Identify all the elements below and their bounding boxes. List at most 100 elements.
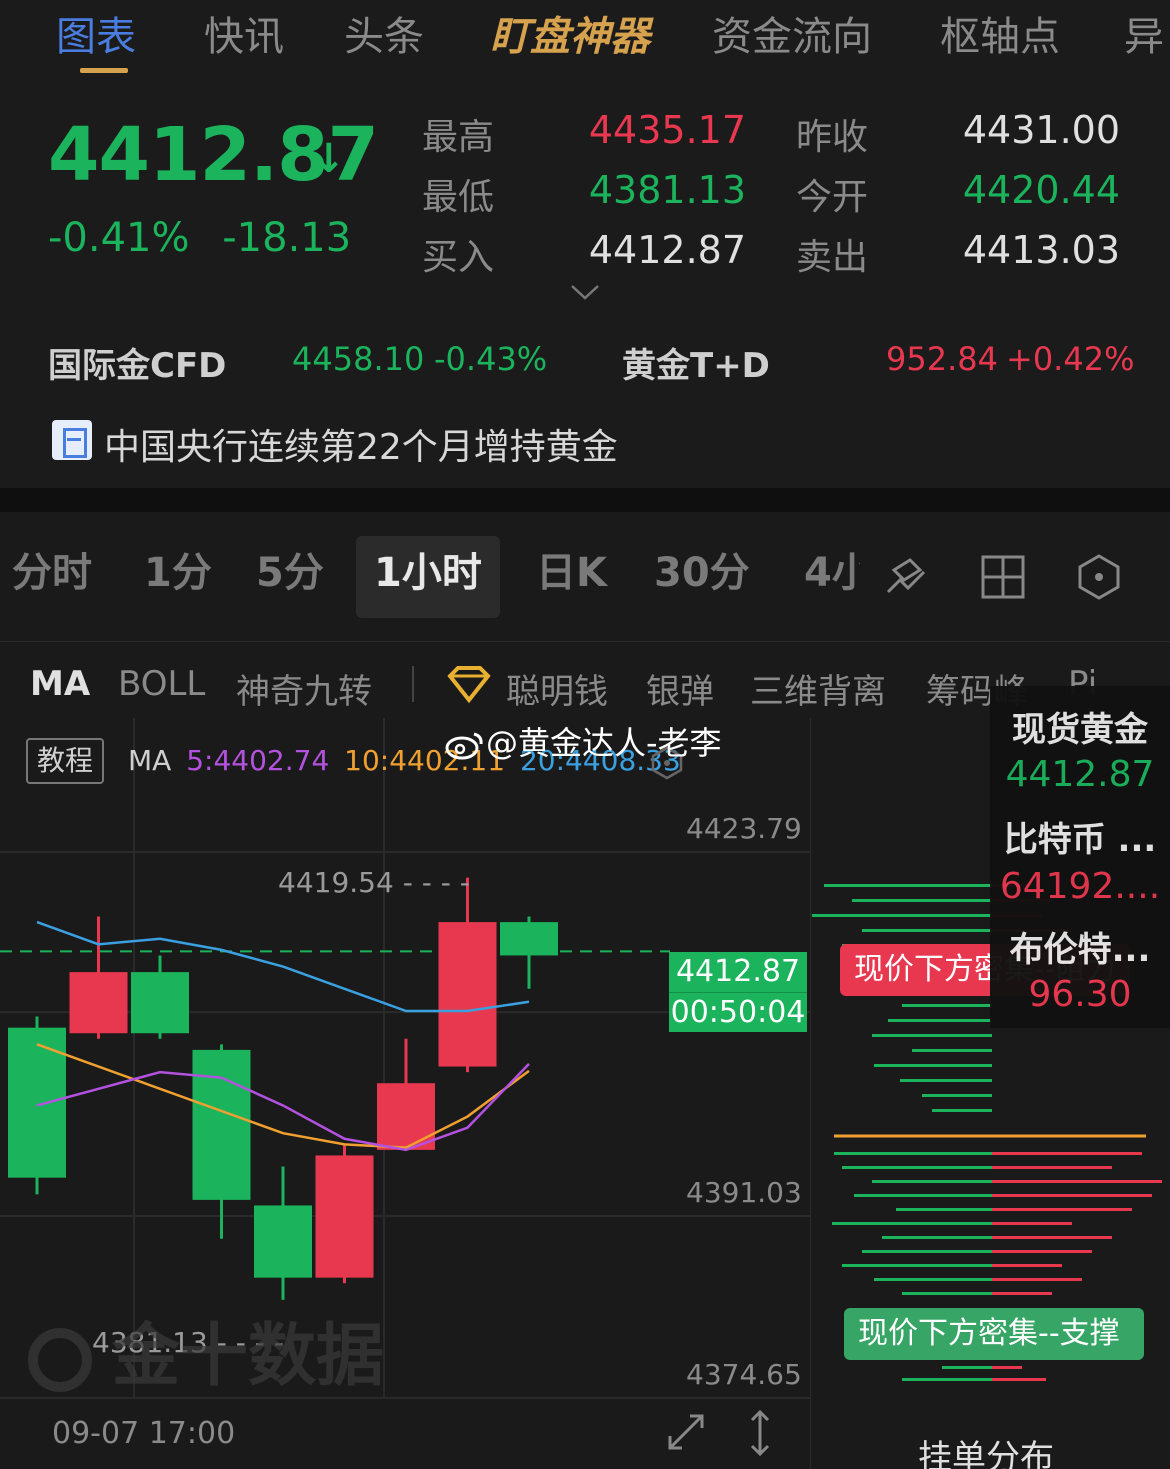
high-marker-label: 4419.54 - - - - <box>278 866 470 899</box>
stat-open-label: 今开 <box>796 177 869 218</box>
order-book-bar-ask <box>992 1250 1092 1253</box>
candle-body <box>500 922 558 956</box>
ma-legend-label: MA <box>128 744 172 777</box>
order-book-bar-bid <box>874 1064 992 1067</box>
tab-monitor-tool[interactable]: 盯盘神器 <box>490 4 650 62</box>
order-book-bar-bid <box>902 1292 992 1295</box>
indicator-nine-turn[interactable]: 神奇九转 <box>236 664 372 713</box>
tab-more[interactable]: 异 <box>1124 4 1164 62</box>
indicator-smart-money[interactable]: 聪明钱 <box>506 664 608 713</box>
order-book-bar-bid <box>824 884 992 887</box>
tab-flash[interactable]: 快讯 <box>204 4 284 62</box>
indicator-silver-bullet[interactable]: 银弹 <box>646 664 714 713</box>
order-book-bar-bid <box>872 1034 992 1037</box>
watermark-text: @黄金达人-老李 <box>486 724 722 762</box>
stat-ask-value: 4413.03 <box>962 228 1120 272</box>
tab-headlines[interactable]: 头条 <box>344 4 424 62</box>
diamond-icon <box>447 666 491 704</box>
drawing-tool-icon[interactable] <box>880 552 930 602</box>
candle-body <box>69 972 128 1034</box>
period-daily[interactable]: 日K <box>536 540 607 598</box>
order-book-bar-bid <box>888 1019 992 1022</box>
side-item-btc-name[interactable]: 比特币 ... <box>990 812 1170 861</box>
order-book-bar-ask <box>992 1264 1062 1267</box>
stat-bid-value: 4412.87 <box>588 228 746 272</box>
period-timeshare[interactable]: 分时 <box>12 540 92 598</box>
stat-open-value: 4420.44 <box>962 168 1120 212</box>
period-5min[interactable]: 5分 <box>256 540 324 598</box>
candle-body <box>377 1083 435 1150</box>
indicator-ma[interactable]: MA <box>30 664 90 704</box>
order-book-bar-ask <box>992 1292 1052 1295</box>
order-book-bar-bid <box>834 1152 992 1155</box>
news-document-icon <box>52 420 92 460</box>
tutorial-button[interactable]: 教程 <box>26 738 104 784</box>
brand-logo-icon <box>28 1328 92 1393</box>
settings-hexagon-icon[interactable] <box>1074 552 1124 602</box>
side-item-brent-price: 96.30 <box>1028 974 1132 1015</box>
stat-bid-label: 买入 <box>422 237 495 278</box>
order-book-bar-ask <box>992 1166 1112 1169</box>
y-axis-label-top: 4423.79 <box>686 812 802 845</box>
tab-pivot[interactable]: 枢轴点 <box>940 4 1060 62</box>
active-tab-indicator <box>80 68 128 73</box>
vertical-scale-icon[interactable] <box>744 1408 776 1458</box>
period-30min[interactable]: 30分 <box>654 540 750 598</box>
support-badge: 现价下方密集--支撑 <box>844 1308 1144 1360</box>
side-item-brent-name[interactable]: 布伦特... <box>990 922 1170 971</box>
related-cfd-change: -0.43% <box>434 340 548 378</box>
order-book-bar-bid <box>902 1004 992 1007</box>
order-book-bar-bid <box>862 929 992 932</box>
change-absolute: -18.13 <box>222 215 352 261</box>
watchlist-side-panel[interactable]: 现货黄金 4412.87 比特币 ... 64192.... 布伦特... 96… <box>990 686 1170 1028</box>
order-book-bar-ask <box>992 1222 1072 1225</box>
order-book-bar-bid <box>862 1250 992 1253</box>
side-item-gold-price: 4412.87 <box>1005 754 1155 795</box>
price-change: -0.41% -18.13 <box>48 215 371 261</box>
ma5-value: 5:4402.74 <box>186 744 330 777</box>
order-book-bar-bid <box>832 1222 992 1225</box>
top-tabs: 图表 快讯 头条 盯盘神器 资金流向 枢轴点 异 <box>0 0 1170 80</box>
fullscreen-icon[interactable] <box>664 1410 708 1454</box>
order-book-bar-bid <box>874 1278 992 1281</box>
order-book-bar-ask <box>992 1378 1046 1381</box>
related-cfd-name[interactable]: 国际金CFD <box>48 338 226 387</box>
order-book-bar-ask <box>992 1366 1022 1369</box>
stat-prev-close-value: 4431.00 <box>962 108 1120 152</box>
side-item-btc-price: 64192.... <box>999 866 1161 907</box>
related-quotes: 国际金CFD 4458.10 -0.43% 黄金T+D 952.84 +0.42… <box>48 338 1134 386</box>
stat-ask-label: 卖出 <box>796 237 869 278</box>
period-1hour[interactable]: 1小时 <box>374 540 482 598</box>
side-item-gold-name[interactable]: 现货黄金 <box>990 702 1170 751</box>
expand-chevron-icon[interactable] <box>570 282 600 302</box>
indicator-boll[interactable]: BOLL <box>118 664 205 704</box>
order-book-bar-bid <box>852 899 992 902</box>
indicator-3d-divergence[interactable]: 三维背离 <box>750 664 886 713</box>
tab-fund-flow[interactable]: 资金流向 <box>712 4 872 62</box>
stat-low-value: 4381.13 <box>588 168 746 212</box>
layout-grid-icon[interactable] <box>978 552 1028 602</box>
stat-high-value: 4435.17 <box>588 108 746 152</box>
order-book-bar-bid <box>900 1079 992 1082</box>
candle-body <box>192 1049 251 1200</box>
order-book-bar-bid <box>912 1049 992 1052</box>
period-1min[interactable]: 1分 <box>144 540 212 598</box>
related-cfd-price: 4458.10 <box>292 340 425 378</box>
x-axis-time-label: 09-07 17:00 <box>52 1416 236 1451</box>
stat-low-label: 最低 <box>422 177 495 218</box>
order-book-bar-bid <box>842 1166 992 1169</box>
candle-body <box>8 1027 66 1178</box>
related-td-change: +0.42% <box>1006 340 1135 378</box>
weibo-icon <box>445 732 483 760</box>
order-book-bar-ask <box>992 1278 1082 1281</box>
high-marker-value: 4419.54 <box>278 866 394 899</box>
tab-chart[interactable]: 图表 <box>56 4 136 62</box>
order-book-bar-ask <box>992 1152 1142 1155</box>
candle-body <box>254 1205 312 1278</box>
order-book-bar-ask <box>992 1208 1132 1211</box>
candle-countdown: 00:50:04 <box>669 992 807 1032</box>
stat-high-label: 最高 <box>422 117 495 158</box>
order-book-bar-bid <box>812 914 992 917</box>
period-4hour[interactable]: 4小 <box>804 540 860 598</box>
related-td-name[interactable]: 黄金T+D <box>622 338 770 387</box>
